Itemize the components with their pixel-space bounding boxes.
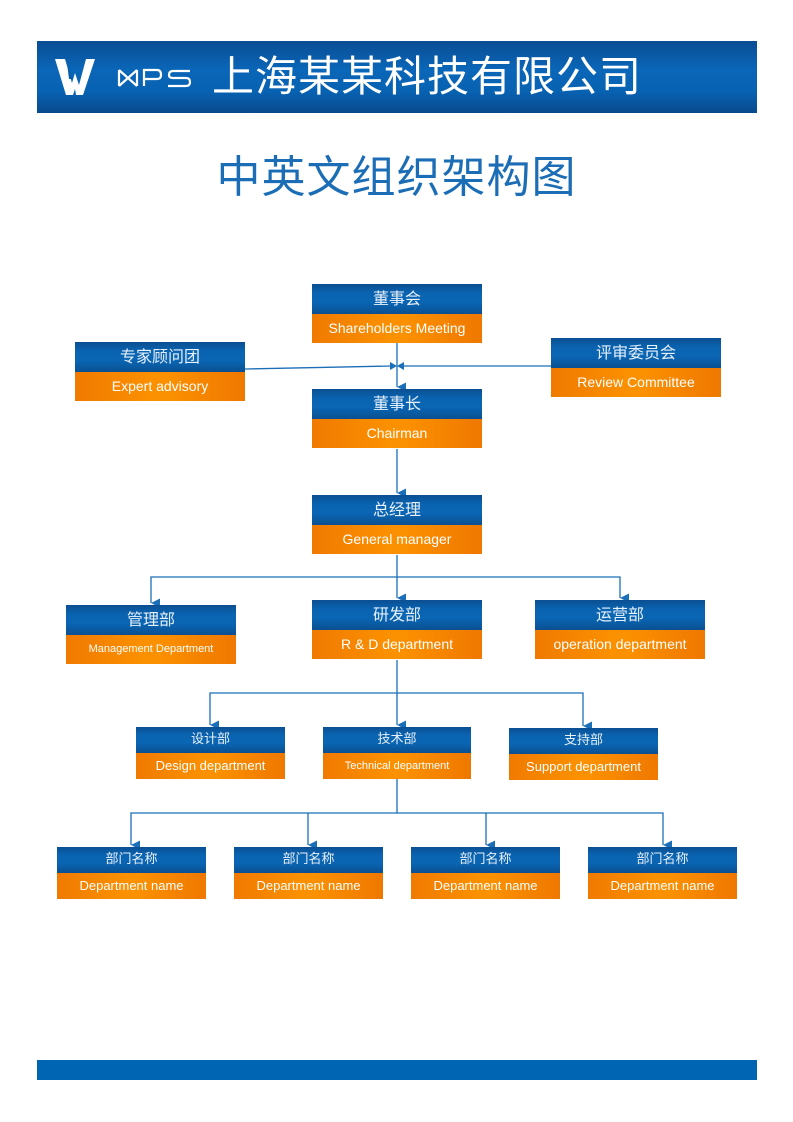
page-title: 中英文组织架构图 <box>216 152 577 203</box>
node-expert-advisory[interactable]: 专家顾问团 Expert advisory <box>75 342 245 401</box>
node-en-label: Department name <box>57 873 206 899</box>
node-en-label: Management Department <box>66 635 236 664</box>
node-en-label: Department name <box>234 873 383 899</box>
node-en-label: R & D department <box>312 630 482 659</box>
node-cn-label: 总经理 <box>312 495 482 525</box>
node-department-1[interactable]: 部门名称 Department name <box>57 847 206 899</box>
company-name: 上海某某科技有限公司 <box>212 52 643 101</box>
node-shareholders[interactable]: 董事会 Shareholders Meeting <box>312 284 482 343</box>
node-operation[interactable]: 运营部 operation department <box>535 600 705 659</box>
footer-bar <box>37 1060 757 1080</box>
node-cn-label: 支持部 <box>509 728 658 754</box>
connector-rnd-design <box>209 692 397 730</box>
connector-rnd-support <box>397 692 593 731</box>
node-en-label: Department name <box>411 873 560 899</box>
node-department-4[interactable]: 部门名称 Department name <box>588 847 737 899</box>
node-cn-label: 部门名称 <box>57 847 206 873</box>
node-department-3[interactable]: 部门名称 Department name <box>411 847 560 899</box>
connector-technical-depts <box>130 779 398 850</box>
node-rnd[interactable]: 研发部 R & D department <box>312 600 482 659</box>
node-en-label: Technical department <box>323 753 471 779</box>
node-cn-label: 评审委员会 <box>551 338 721 368</box>
node-support[interactable]: 支持部 Support department <box>509 728 658 780</box>
node-en-label: Expert advisory <box>75 372 245 401</box>
node-cn-label: 研发部 <box>312 600 482 630</box>
node-department-2[interactable]: 部门名称 Department name <box>234 847 383 899</box>
node-technical[interactable]: 技术部 Technical department <box>323 727 471 779</box>
node-en-label: Chairman <box>312 419 482 448</box>
node-cn-label: 技术部 <box>323 727 471 753</box>
node-cn-label: 运营部 <box>535 600 705 630</box>
header-banner: 上海某某科技有限公司 <box>37 41 757 113</box>
node-general-manager[interactable]: 总经理 General manager <box>312 495 482 554</box>
node-cn-label: 部门名称 <box>588 847 737 873</box>
node-en-label: Review Committee <box>551 368 721 397</box>
connector-expert-center <box>244 365 393 370</box>
node-cn-label: 设计部 <box>136 727 285 753</box>
wps-logo-icon <box>55 59 95 95</box>
node-cn-label: 管理部 <box>66 605 236 635</box>
node-en-label: operation department <box>535 630 705 659</box>
node-cn-label: 董事长 <box>312 389 482 419</box>
node-chairman[interactable]: 董事长 Chairman <box>312 389 482 448</box>
node-review-committee[interactable]: 评审委员会 Review Committee <box>551 338 721 397</box>
connector-technical-dept3 <box>397 812 496 850</box>
wps-wordmark-icon <box>117 68 192 88</box>
node-cn-label: 部门名称 <box>234 847 383 873</box>
node-cn-label: 专家顾问团 <box>75 342 245 372</box>
node-cn-label: 董事会 <box>312 284 482 314</box>
connector-technical-dept4 <box>486 812 673 850</box>
node-en-label: Design department <box>136 753 285 779</box>
node-en-label: Shareholders Meeting <box>312 314 482 343</box>
node-en-label: Department name <box>588 873 737 899</box>
node-cn-label: 部门名称 <box>411 847 560 873</box>
connector-gm-operation <box>397 576 630 603</box>
node-design[interactable]: 设计部 Design department <box>136 727 285 779</box>
junction-arrows-icon <box>390 362 404 370</box>
node-en-label: General manager <box>312 525 482 554</box>
node-en-label: Support department <box>509 754 658 780</box>
node-management[interactable]: 管理部 Management Department <box>66 605 236 664</box>
